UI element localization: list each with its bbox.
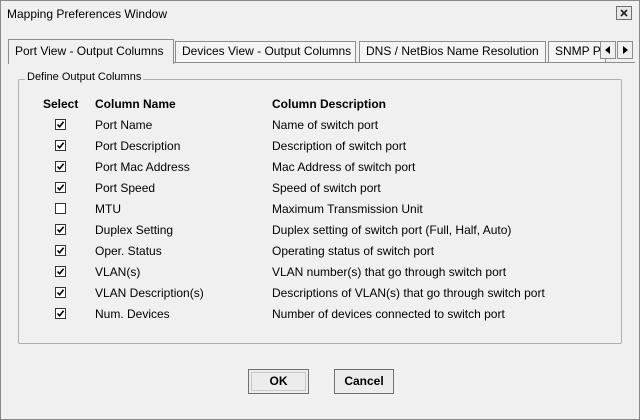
table-row: VLAN Description(s) Descriptions of VLAN(… [1, 284, 640, 305]
close-icon [620, 9, 628, 17]
checkmark-icon [56, 268, 65, 276]
group-legend: Define Output Columns [25, 71, 144, 83]
select-checkbox[interactable] [55, 161, 66, 172]
tab-label: Port View - Output Columns [15, 44, 164, 58]
table-row: MTU Maximum Transmission Unit [1, 200, 640, 221]
column-name-cell: Port Speed [95, 181, 156, 195]
column-name-cell: Port Name [95, 118, 153, 132]
column-description-cell: Description of switch port [272, 139, 407, 153]
header-column-name: Column Name [95, 97, 176, 111]
select-checkbox[interactable] [55, 140, 66, 151]
tab-port-view[interactable]: Port View - Output Columns [8, 39, 174, 64]
ok-button[interactable]: OK [248, 369, 309, 394]
table-row: Port Speed Speed of switch port [1, 179, 640, 200]
tab-strip: Port View - Output Columns Devices View … [8, 39, 638, 64]
checkmark-icon [56, 184, 65, 192]
table-row: Oper. Status Operating status of switch p… [1, 242, 640, 263]
select-checkbox[interactable] [55, 245, 66, 256]
column-description-cell: VLAN number(s) that go through switch po… [272, 265, 507, 279]
column-name-cell: VLAN Description(s) [95, 286, 204, 300]
tab-snmp[interactable]: SNMP P [548, 41, 606, 62]
column-name-cell: VLAN(s) [95, 265, 141, 279]
tab-dns-netbios[interactable]: DNS / NetBios Name Resolution [359, 41, 546, 62]
column-description-cell: Number of devices connected to switch po… [272, 307, 505, 321]
checkmark-icon [56, 226, 65, 234]
header-column-description: Column Description [272, 97, 387, 111]
column-description-cell: Duplex setting of switch port (Full, Hal… [272, 223, 512, 237]
tab-scroll-right-button[interactable] [617, 41, 633, 59]
tab-label: Devices View - Output Columns [182, 44, 352, 58]
select-checkbox[interactable] [55, 224, 66, 235]
header-select: Select [43, 97, 79, 111]
column-description-cell: Name of switch port [272, 118, 379, 132]
cancel-button[interactable]: Cancel [334, 369, 394, 394]
select-checkbox[interactable] [55, 119, 66, 130]
cancel-button-label: Cancel [344, 374, 384, 388]
checkmark-icon [56, 163, 65, 171]
chevron-right-icon [623, 46, 628, 54]
column-description-cell: Mac Address of switch port [272, 160, 416, 174]
table-row: VLAN(s) VLAN number(s) that go through sw… [1, 263, 640, 284]
checkmark-icon [56, 142, 65, 150]
tab-label: DNS / NetBios Name Resolution [366, 44, 539, 58]
column-name-cell: Port Mac Address [95, 160, 190, 174]
table-row: Duplex Setting Duplex setting of switch p… [1, 221, 640, 242]
close-button[interactable] [616, 6, 632, 20]
table-row: Num. Devices Number of devices connected … [1, 305, 640, 326]
column-name-cell: Duplex Setting [95, 223, 174, 237]
checkmark-icon [56, 310, 65, 318]
column-name-cell: Port Description [95, 139, 181, 153]
select-checkbox[interactable] [55, 182, 66, 193]
title-bar[interactable]: Mapping Preferences Window [1, 1, 639, 27]
tab-devices-view[interactable]: Devices View - Output Columns [175, 41, 356, 62]
mapping-preferences-window: Mapping Preferences Window Port View - O… [0, 0, 640, 420]
table-row: Port Name Name of switch port [1, 116, 640, 137]
checkmark-icon [56, 289, 65, 297]
select-checkbox[interactable] [55, 266, 66, 277]
checkmark-icon [56, 247, 65, 255]
ok-button-label: OK [269, 374, 288, 388]
table-row: Port Description Description of switch po… [1, 137, 640, 158]
select-checkbox[interactable] [55, 287, 66, 298]
column-name-cell: Num. Devices [95, 307, 170, 321]
select-checkbox[interactable] [55, 308, 66, 319]
table-row: Port Mac Address Mac Address of switch po… [1, 158, 640, 179]
select-checkbox[interactable] [55, 203, 66, 214]
window-title: Mapping Preferences Window [7, 7, 168, 21]
column-description-cell: Speed of switch port [272, 181, 381, 195]
tab-scroll-left-button[interactable] [600, 41, 616, 59]
column-description-cell: Descriptions of VLAN(s) that go through … [272, 286, 545, 300]
column-name-cell: Oper. Status [95, 244, 162, 258]
chevron-left-icon [605, 46, 610, 54]
column-description-cell: Maximum Transmission Unit [272, 202, 423, 216]
checkmark-icon [56, 121, 65, 129]
tab-label: SNMP P [555, 44, 601, 58]
column-description-cell: Operating status of switch port [272, 244, 435, 258]
column-name-cell: MTU [95, 202, 121, 216]
